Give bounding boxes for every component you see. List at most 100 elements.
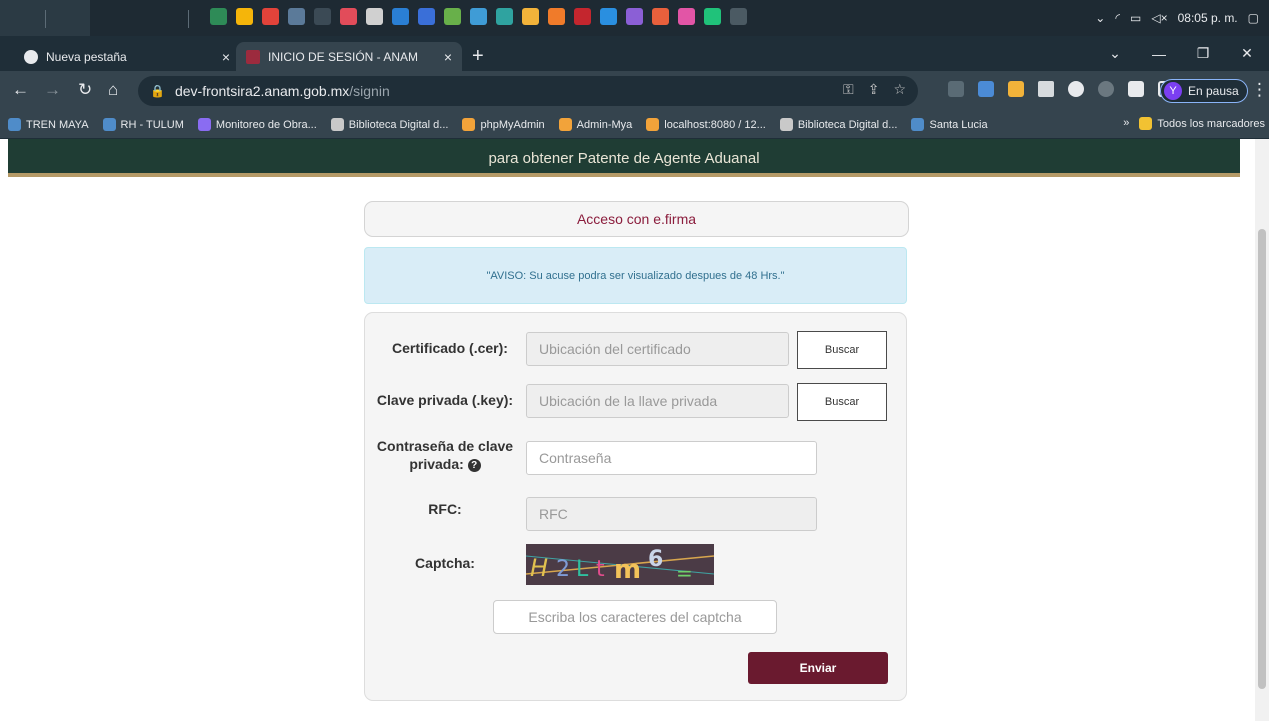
cert-label: Certificado (.cer): bbox=[392, 340, 508, 356]
address-bar[interactable]: 🔒 dev-frontsira2.anam.gob.mx/signin ⚿ ⇪ … bbox=[138, 76, 918, 106]
tab-search-chevron-icon[interactable]: ⌄ bbox=[1093, 45, 1137, 62]
app-icon[interactable] bbox=[548, 8, 565, 25]
app-icon[interactable] bbox=[678, 8, 695, 25]
bookmark-item[interactable]: TREN MAYA bbox=[8, 118, 89, 131]
back-arrow-icon[interactable]: ← bbox=[12, 80, 29, 100]
clock[interactable]: 08:05 p. m. bbox=[1178, 11, 1238, 25]
cert-file-input[interactable]: Ubicación del certificado bbox=[526, 332, 789, 366]
outlook-icon[interactable] bbox=[392, 8, 409, 25]
wifi-icon[interactable]: ◜ bbox=[1115, 11, 1120, 25]
app-icon[interactable] bbox=[444, 8, 461, 25]
app-icon[interactable] bbox=[288, 8, 305, 25]
bookmark-label: Santa Lucia bbox=[929, 118, 988, 131]
window-close-icon[interactable]: ✕ bbox=[1225, 45, 1269, 62]
restore-icon[interactable]: ❐ bbox=[1181, 45, 1225, 62]
extension-icon[interactable] bbox=[1098, 81, 1114, 97]
notion-icon[interactable] bbox=[366, 8, 383, 25]
bookmark-item[interactable]: Admin-Mya bbox=[558, 118, 632, 131]
bookmark-favicon-icon bbox=[779, 118, 793, 131]
app-icon[interactable] bbox=[522, 8, 539, 25]
anam-favicon-icon bbox=[246, 49, 260, 64]
filezilla-icon[interactable] bbox=[574, 8, 591, 25]
extension-icon[interactable] bbox=[948, 81, 964, 97]
captcha-image: H 2 L t m 6 = bbox=[526, 544, 714, 585]
all-bookmarks-button[interactable]: Todos los marcadores bbox=[1139, 117, 1265, 130]
captcha-glyph: m bbox=[614, 555, 641, 585]
efirma-login-form: Certificado (.cer): Ubicación del certif… bbox=[364, 312, 907, 701]
close-icon[interactable]: × bbox=[222, 49, 230, 65]
share-icon[interactable]: ⇪ bbox=[868, 81, 880, 98]
bookmark-item[interactable]: Biblioteca Digital d... bbox=[779, 118, 897, 131]
vue-devtools-icon[interactable] bbox=[1038, 81, 1054, 97]
terminal-icon[interactable] bbox=[730, 8, 747, 25]
captcha-label: Captcha: bbox=[415, 555, 475, 571]
captcha-glyph: 6 bbox=[648, 547, 663, 572]
app-icon[interactable] bbox=[496, 8, 513, 25]
bookmark-item[interactable]: phpMyAdmin bbox=[462, 118, 545, 131]
password-placeholder: Contraseña bbox=[539, 450, 612, 466]
help-question-icon[interactable]: ? bbox=[467, 458, 481, 472]
brave-icon[interactable] bbox=[262, 8, 279, 25]
kebab-menu-icon[interactable]: ⋮ bbox=[1251, 80, 1268, 100]
chevron-up-icon[interactable]: ⌄ bbox=[1095, 11, 1105, 25]
reload-icon[interactable]: ↻ bbox=[78, 80, 92, 100]
translate-extension-icon[interactable] bbox=[978, 81, 994, 97]
vscode-icon[interactable] bbox=[600, 8, 617, 25]
windows-taskbar: ⌄ ◜ ▭ ◁× 08:05 p. m. ▢ bbox=[0, 0, 1269, 36]
pycharm-icon[interactable] bbox=[704, 8, 721, 25]
submit-button[interactable]: Enviar bbox=[748, 652, 888, 684]
all-bookmarks-label: Todos los marcadores bbox=[1157, 117, 1265, 130]
tab-new-tab[interactable]: Nueva pestaña × bbox=[14, 42, 240, 71]
password-input[interactable]: Contraseña bbox=[526, 441, 817, 475]
app-icon[interactable] bbox=[314, 8, 331, 25]
browse-cert-button[interactable]: Buscar bbox=[797, 331, 887, 369]
key-file-input[interactable]: Ubicación de la llave privada bbox=[526, 384, 789, 418]
page-scrollbar[interactable] bbox=[1255, 139, 1269, 721]
bookmarks-bar: TREN MAYA RH - TULUM Monitoreo de Obra..… bbox=[0, 111, 1269, 139]
tab-anam-signin[interactable]: INICIO DE SESIÓN - ANAM × bbox=[236, 42, 462, 71]
speaker-icon[interactable]: ◁× bbox=[1151, 11, 1167, 25]
notification-icon[interactable]: ▢ bbox=[1248, 11, 1259, 25]
captcha-glyph: L bbox=[576, 557, 589, 582]
new-tab-plus-icon[interactable]: + bbox=[472, 44, 484, 68]
bookmark-favicon-icon bbox=[330, 118, 344, 131]
plus-circle-extension-icon[interactable] bbox=[1068, 81, 1084, 97]
close-icon[interactable]: × bbox=[444, 49, 452, 65]
minimize-icon[interactable]: — bbox=[1137, 46, 1181, 62]
browse-label: Buscar bbox=[824, 344, 860, 356]
forward-arrow-icon[interactable]: → bbox=[44, 80, 61, 100]
bookmark-item[interactable]: RH - TULUM bbox=[102, 118, 184, 131]
app-icon[interactable] bbox=[340, 8, 357, 25]
app-icon[interactable] bbox=[418, 8, 435, 25]
scrollbar-thumb[interactable] bbox=[1258, 229, 1266, 689]
captcha-glyph: 2 bbox=[556, 557, 570, 582]
puzzle-extensions-icon[interactable] bbox=[1128, 81, 1144, 97]
bookmarks-overflow-button[interactable]: » bbox=[1123, 117, 1129, 130]
visual-studio-icon[interactable] bbox=[626, 8, 643, 25]
extension-icon[interactable] bbox=[1008, 81, 1024, 97]
access-efirma-header: Acceso con e.firma bbox=[364, 201, 909, 237]
chrome-icon[interactable] bbox=[236, 8, 253, 25]
app-icon[interactable] bbox=[470, 8, 487, 25]
captcha-input[interactable]: Escriba los caracteres del captcha bbox=[493, 600, 777, 634]
notice-alert: "AVISO: Su acuse podra ser visualizado d… bbox=[364, 247, 907, 304]
rfc-placeholder: RFC bbox=[539, 506, 568, 522]
captcha-glyph: H bbox=[530, 554, 548, 582]
app-icon[interactable] bbox=[652, 8, 669, 25]
edge-icon[interactable] bbox=[210, 8, 227, 25]
profile-button[interactable]: Y En pausa bbox=[1160, 79, 1248, 103]
bookmark-item[interactable]: Biblioteca Digital d... bbox=[330, 118, 448, 131]
rfc-input[interactable]: RFC bbox=[526, 497, 817, 531]
home-icon[interactable]: ⌂ bbox=[108, 80, 118, 100]
avatar: Y bbox=[1164, 82, 1182, 100]
browse-key-button[interactable]: Buscar bbox=[797, 383, 887, 421]
star-bookmark-icon[interactable]: ☆ bbox=[893, 81, 906, 98]
bookmark-item[interactable]: localhost:8080 / 12... bbox=[646, 118, 766, 131]
bookmark-item[interactable]: Monitoreo de Obra... bbox=[197, 118, 317, 131]
lock-icon[interactable]: 🔒 bbox=[150, 84, 165, 98]
captcha-glyph: = bbox=[676, 561, 693, 585]
key-icon[interactable]: ⚿ bbox=[843, 81, 854, 98]
bookmark-favicon-icon bbox=[646, 118, 660, 131]
bookmark-item[interactable]: Santa Lucia bbox=[911, 118, 988, 131]
battery-icon[interactable]: ▭ bbox=[1130, 11, 1141, 25]
